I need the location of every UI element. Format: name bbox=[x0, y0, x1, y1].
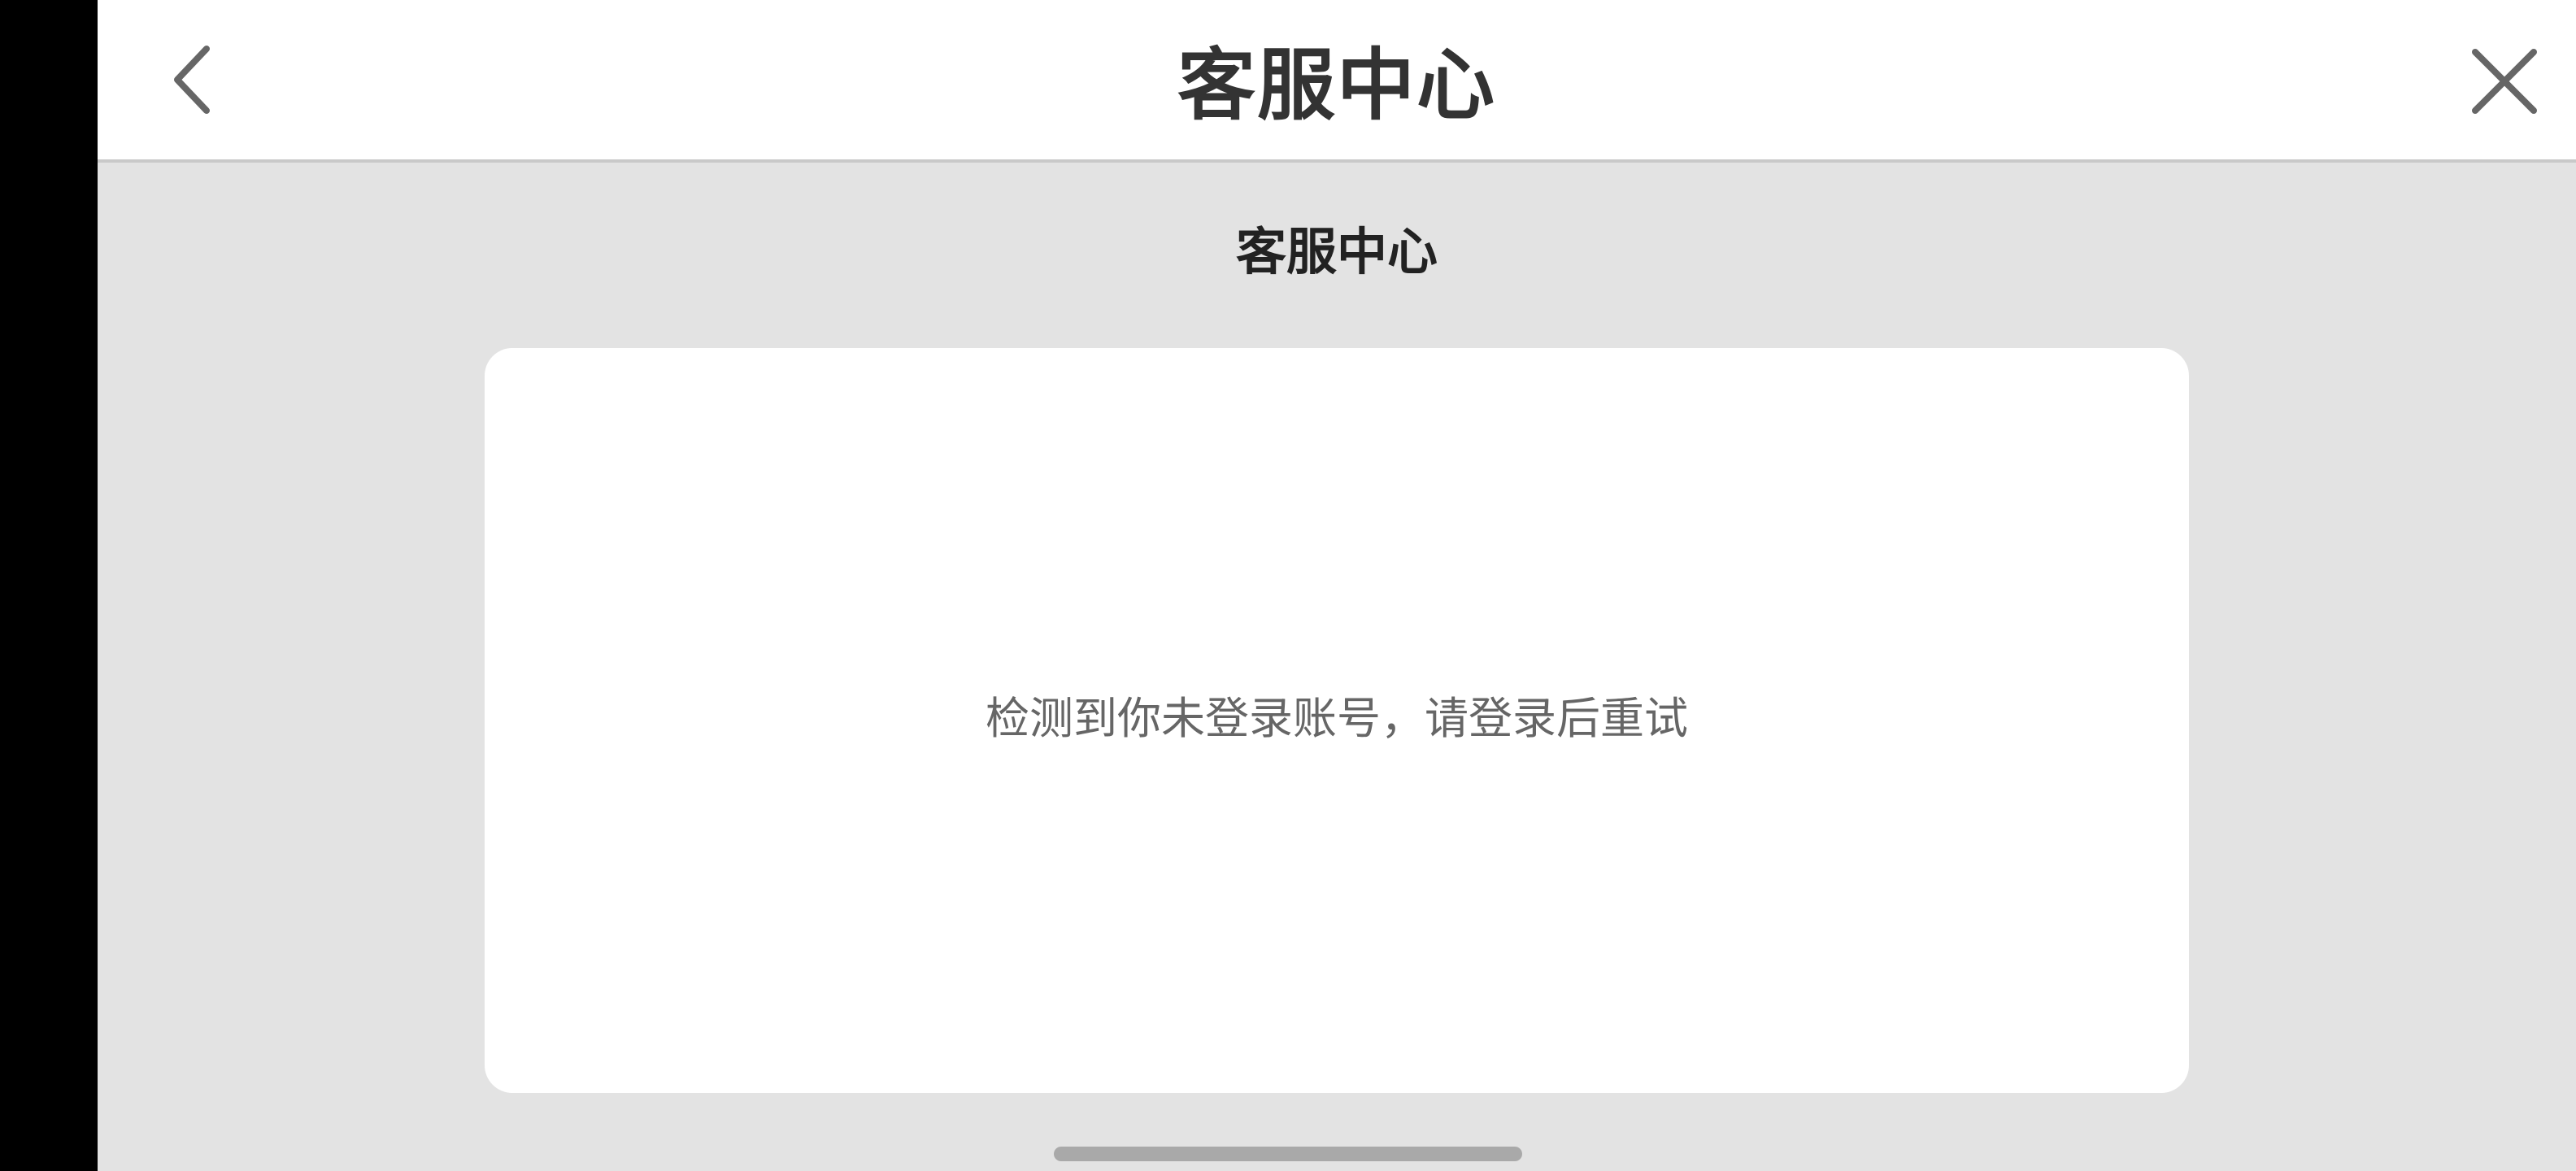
page-title: 客服中心 bbox=[1177, 40, 1496, 131]
left-black-bar bbox=[0, 0, 98, 1171]
screen: 客服中心 客服中心 检测到你未登录账号，请登录后重试 bbox=[0, 0, 2576, 1171]
home-indicator bbox=[1054, 1147, 1522, 1161]
section-title: 客服中心 bbox=[1235, 222, 1438, 281]
close-icon bbox=[2472, 49, 2537, 114]
login-required-message: 检测到你未登录账号，请登录后重试 bbox=[986, 693, 1688, 744]
customer-service-page: 客服中心 客服中心 检测到你未登录账号，请登录后重试 bbox=[98, 0, 2576, 1171]
close-button[interactable] bbox=[2456, 33, 2553, 130]
top-navigation-bar: 客服中心 bbox=[98, 0, 2576, 163]
login-required-card: 检测到你未登录账号，请登录后重试 bbox=[485, 348, 2189, 1093]
